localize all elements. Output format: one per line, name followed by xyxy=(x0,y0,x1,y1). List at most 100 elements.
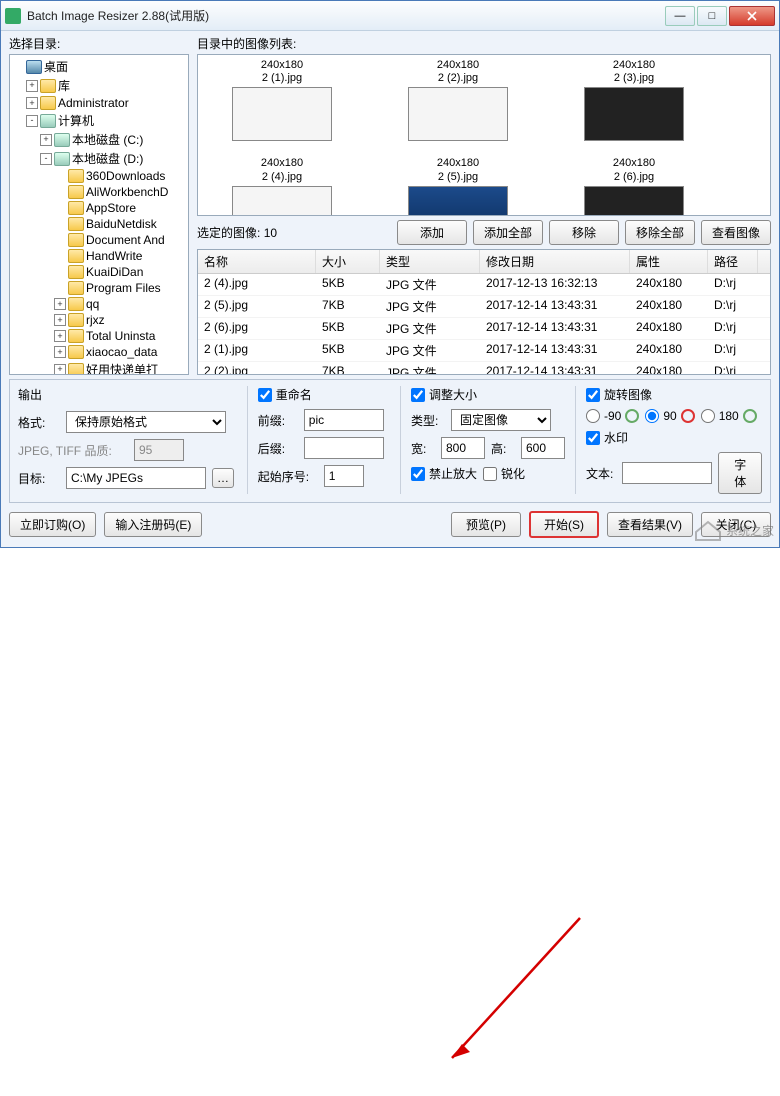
select-dir-label: 选择目录: xyxy=(9,35,189,52)
width-input[interactable] xyxy=(441,437,485,459)
height-label: 高: xyxy=(491,440,515,457)
results-button[interactable]: 查看结果(V) xyxy=(607,512,693,537)
listview-header[interactable]: 名称 大小 类型 修改日期 属性 路径 xyxy=(198,250,770,274)
tree-item[interactable]: +好用快递单打 xyxy=(54,360,186,375)
table-row[interactable]: 2 (2).jpg7KBJPG 文件2017-12-14 13:43:31240… xyxy=(198,362,770,374)
thumbnail[interactable]: 240x1802 (1).jpg xyxy=(202,59,362,141)
rotate-m90[interactable]: -90 xyxy=(586,409,639,423)
rotate-p180[interactable]: 180 xyxy=(701,409,757,423)
tree-item[interactable]: Program Files xyxy=(54,280,186,296)
suffix-label: 后缀: xyxy=(258,440,298,457)
thumbnail-panel[interactable]: 240x1802 (1).jpg240x1802 (2).jpg240x1802… xyxy=(197,54,771,216)
format-select[interactable]: 保持原始格式 xyxy=(66,411,226,433)
col-type[interactable]: 类型 xyxy=(380,250,480,273)
col-size[interactable]: 大小 xyxy=(316,250,380,273)
watermark-label: 水印 xyxy=(604,429,628,446)
folder-tree[interactable]: 桌面+库+Administrator-计算机+本地磁盘 (C:)-本地磁盘 (D… xyxy=(9,54,189,375)
suffix-input[interactable] xyxy=(304,437,384,459)
prefix-label: 前缀: xyxy=(258,412,298,429)
minimize-button[interactable]: — xyxy=(665,6,695,26)
tree-item[interactable]: +库 xyxy=(26,76,186,95)
forbid-enlarge-label: 禁止放大 xyxy=(429,465,477,482)
tree-item[interactable]: BaiduNetdisk xyxy=(54,216,186,232)
file-listview[interactable]: 名称 大小 类型 修改日期 属性 路径 2 (4).jpg5KBJPG 文件20… xyxy=(197,249,771,375)
startnum-input[interactable] xyxy=(324,465,364,487)
app-window: Batch Image Resizer 2.88(试用版) — □ 选择目录: … xyxy=(0,0,780,548)
tree-item[interactable]: -计算机 xyxy=(26,111,186,130)
quality-label: JPEG, TIFF 品质: xyxy=(18,442,128,459)
table-row[interactable]: 2 (6).jpg5KBJPG 文件2017-12-14 13:43:31240… xyxy=(198,318,770,340)
rotate-checkbox[interactable] xyxy=(586,388,600,402)
tree-item[interactable]: 360Downloads xyxy=(54,168,186,184)
startnum-label: 起始序号: xyxy=(258,468,318,485)
add-button[interactable]: 添加 xyxy=(397,220,467,245)
col-date[interactable]: 修改日期 xyxy=(480,250,630,273)
forbid-enlarge-checkbox[interactable] xyxy=(411,467,425,481)
tree-item[interactable]: AliWorkbenchD xyxy=(54,184,186,200)
table-row[interactable]: 2 (5).jpg7KBJPG 文件2017-12-14 13:43:31240… xyxy=(198,296,770,318)
view-image-button[interactable]: 查看图像 xyxy=(701,220,771,245)
tree-item[interactable]: -本地磁盘 (D:) xyxy=(40,149,186,168)
tree-item[interactable]: 桌面 xyxy=(12,57,186,76)
rotate-label: 旋转图像 xyxy=(604,386,652,403)
add-all-button[interactable]: 添加全部 xyxy=(473,220,543,245)
bottom-bar: 立即订购(O) 输入注册码(E) 预览(P) 开始(S) 查看结果(V) 关闭(… xyxy=(9,507,771,538)
tree-item[interactable]: Document And xyxy=(54,232,186,248)
quality-input xyxy=(134,439,184,461)
tree-item[interactable]: +Administrator xyxy=(26,95,186,111)
tree-item[interactable]: +rjxz xyxy=(54,312,186,328)
thumbnail[interactable]: 240x1802 (2).jpg xyxy=(378,59,538,141)
order-button[interactable]: 立即订购(O) xyxy=(9,512,96,537)
start-button[interactable]: 开始(S) xyxy=(529,511,599,538)
tree-item[interactable]: +本地磁盘 (C:) xyxy=(40,130,186,149)
table-row[interactable]: 2 (4).jpg5KBJPG 文件2017-12-13 16:32:13240… xyxy=(198,274,770,296)
height-input[interactable] xyxy=(521,437,565,459)
type-label: 类型: xyxy=(411,412,445,429)
tree-item[interactable]: +Total Uninsta xyxy=(54,328,186,344)
col-path[interactable]: 路径 xyxy=(708,250,758,273)
rename-checkbox[interactable] xyxy=(258,388,272,402)
watermark-checkbox[interactable] xyxy=(586,431,600,445)
rotate-p90[interactable]: 90 xyxy=(645,409,694,423)
selected-count-label: 选定的图像: 10 xyxy=(197,224,277,241)
tree-item[interactable]: KuaiDiDan xyxy=(54,264,186,280)
watermark-text-input[interactable] xyxy=(622,462,712,484)
window-title: Batch Image Resizer 2.88(试用版) xyxy=(27,7,665,24)
target-label: 目标: xyxy=(18,470,60,487)
regcode-button[interactable]: 输入注册码(E) xyxy=(104,512,202,537)
sharpen-checkbox[interactable] xyxy=(483,467,497,481)
thumbnail[interactable]: 240x1802 (3).jpg xyxy=(554,59,714,141)
resize-label: 调整大小 xyxy=(429,386,477,403)
type-select[interactable]: 固定图像 xyxy=(451,409,551,431)
sharpen-label: 锐化 xyxy=(501,465,525,482)
thumbnail[interactable]: 240x1802 (5).jpg xyxy=(378,157,538,216)
width-label: 宽: xyxy=(411,440,435,457)
remove-all-button[interactable]: 移除全部 xyxy=(625,220,695,245)
font-button[interactable]: 字体 xyxy=(718,452,762,494)
rename-label: 重命名 xyxy=(276,386,312,403)
col-name[interactable]: 名称 xyxy=(198,250,316,273)
app-icon xyxy=(5,8,21,24)
output-panel: 输出 格式: 保持原始格式 JPEG, TIFF 品质: 目标: … xyxy=(9,379,771,503)
preview-button[interactable]: 预览(P) xyxy=(451,512,521,537)
resize-checkbox[interactable] xyxy=(411,388,425,402)
tree-item[interactable]: +xiaocao_data xyxy=(54,344,186,360)
prefix-input[interactable] xyxy=(304,409,384,431)
image-list-label: 目录中的图像列表: xyxy=(197,35,771,52)
output-label: 输出 xyxy=(18,386,237,403)
tree-item[interactable]: HandWrite xyxy=(54,248,186,264)
target-input[interactable] xyxy=(66,467,206,489)
thumbnail[interactable]: 240x1802 (6).jpg xyxy=(554,157,714,216)
tree-item[interactable]: +qq xyxy=(54,296,186,312)
text-label: 文本: xyxy=(586,465,616,482)
remove-button[interactable]: 移除 xyxy=(549,220,619,245)
close-button[interactable] xyxy=(729,6,775,26)
table-row[interactable]: 2 (1).jpg5KBJPG 文件2017-12-14 13:43:31240… xyxy=(198,340,770,362)
maximize-button[interactable]: □ xyxy=(697,6,727,26)
close-app-button[interactable]: 关闭(C) xyxy=(701,512,771,537)
titlebar[interactable]: Batch Image Resizer 2.88(试用版) — □ xyxy=(1,1,779,31)
browse-target-button[interactable]: … xyxy=(212,468,234,488)
thumbnail[interactable]: 240x1802 (4).jpg xyxy=(202,157,362,216)
col-attr[interactable]: 属性 xyxy=(630,250,708,273)
tree-item[interactable]: AppStore xyxy=(54,200,186,216)
